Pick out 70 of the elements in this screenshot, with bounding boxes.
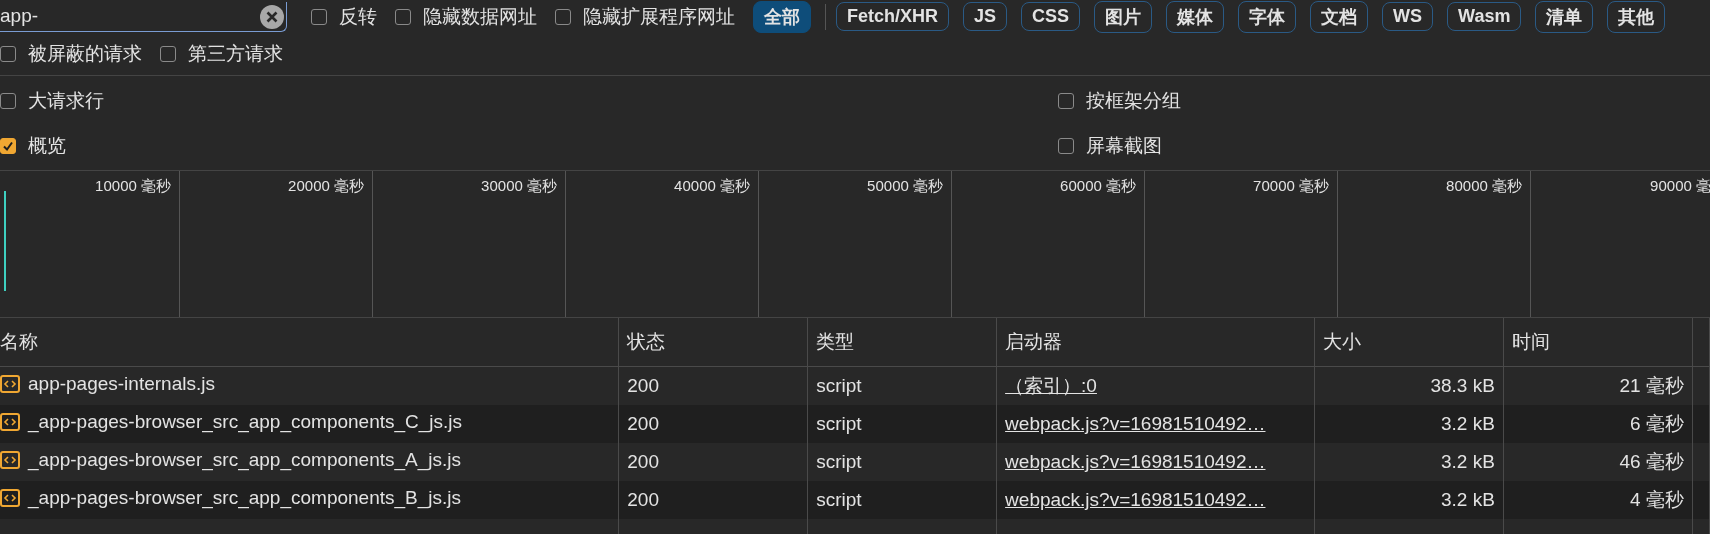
checkbox-label: 隐藏数据网址 (423, 4, 537, 29)
type-filter-chip[interactable]: 字体 (1238, 0, 1297, 33)
table-cell: script (816, 451, 862, 472)
initiator-link[interactable]: webpack.js?v=16981510492… (1005, 451, 1266, 472)
time-tick-label: 90000 毫 (1650, 177, 1710, 195)
checkbox-label: 被屏蔽的请求 (28, 42, 142, 66)
table-cell: 38.3 kB (1430, 375, 1495, 396)
table-cell: 21 毫秒 (1619, 375, 1684, 396)
time-tick-label: 70000 毫秒 (1253, 177, 1329, 195)
checkbox-label: 屏幕截图 (1086, 133, 1162, 158)
clear-icon[interactable] (260, 4, 284, 29)
column-header[interactable]: 启动器 (996, 318, 1315, 367)
time-tick-label: 30000 毫秒 (481, 177, 557, 195)
type-filter-chip[interactable]: 清单 (1535, 0, 1594, 33)
type-filter-chip[interactable]: WS (1382, 2, 1434, 31)
table-cell: 46 毫秒 (1619, 451, 1684, 472)
column-header[interactable]: 状态 (618, 318, 808, 367)
table-cell: 200 (627, 489, 659, 510)
type-filter-chip[interactable]: CSS (1021, 2, 1081, 31)
column-header[interactable]: 名称 (0, 318, 619, 367)
initiator-link[interactable]: （索引）:0 (1005, 375, 1097, 396)
file-name[interactable]: app-pages-internals.js (28, 373, 215, 395)
script-file-icon (0, 412, 20, 432)
script-file-icon (0, 488, 20, 508)
type-filter-chip[interactable]: 媒体 (1166, 0, 1225, 33)
table-cell: 200 (627, 375, 659, 396)
time-tick-label: 50000 毫秒 (867, 177, 943, 195)
table-cell: script (816, 375, 862, 396)
checkbox[interactable] (1058, 137, 1074, 154)
time-tick-label: 20000 毫秒 (288, 177, 364, 195)
table-cell: 200 (627, 413, 659, 434)
table-cell: 4 毫秒 (1630, 489, 1684, 510)
table-cell: script (816, 413, 862, 434)
type-filter-chip[interactable]: 其他 (1607, 0, 1666, 33)
file-name[interactable]: _app-pages-browser_src_app_components_A_js.js (28, 449, 462, 471)
column-header[interactable]: 类型 (807, 318, 997, 367)
checkbox[interactable] (395, 8, 411, 25)
script-file-icon (0, 374, 20, 394)
table-cell: 6 毫秒 (1630, 413, 1684, 434)
time-tick-label: 80000 毫秒 (1446, 177, 1522, 195)
time-tick-label: 10000 毫秒 (95, 177, 171, 195)
checkbox[interactable] (555, 8, 571, 25)
type-filter-chip[interactable]: 文档 (1310, 0, 1369, 33)
column-header[interactable]: 时间 (1503, 318, 1693, 367)
checkbox[interactable] (1058, 92, 1074, 109)
table-cell: 200 (627, 451, 659, 472)
table-cell: 3.2 kB (1440, 413, 1495, 434)
type-filter-chip[interactable]: Fetch/XHR (836, 2, 949, 31)
checkbox[interactable] (0, 137, 16, 154)
checkbox[interactable] (0, 92, 16, 109)
checkbox-label: 按框架分组 (1086, 88, 1181, 113)
checkbox-label: 概览 (28, 133, 66, 158)
checkbox-label: 反转 (339, 4, 377, 29)
type-filter-chip[interactable]: 全部 (753, 0, 811, 33)
checkbox[interactable] (0, 46, 16, 62)
checkbox-label: 第三方请求 (188, 42, 283, 66)
checkbox[interactable] (160, 46, 176, 62)
type-filter-chip[interactable]: Wasm (1447, 2, 1522, 31)
checkbox-label: 大请求行 (28, 88, 104, 113)
table-cell: script (816, 489, 862, 510)
time-tick-label: 40000 毫秒 (674, 177, 750, 195)
type-filter-chip[interactable]: 图片 (1094, 0, 1153, 33)
column-header[interactable]: 大小 (1314, 318, 1504, 367)
time-tick-label: 60000 毫秒 (1060, 177, 1136, 195)
checkbox[interactable] (311, 8, 327, 25)
table-cell: 3.2 kB (1440, 451, 1495, 472)
type-filter-chip[interactable]: JS (963, 2, 1008, 31)
checkbox-label: 隐藏扩展程序网址 (583, 4, 735, 29)
table-cell: 3.2 kB (1440, 489, 1495, 510)
script-file-icon (0, 450, 20, 470)
